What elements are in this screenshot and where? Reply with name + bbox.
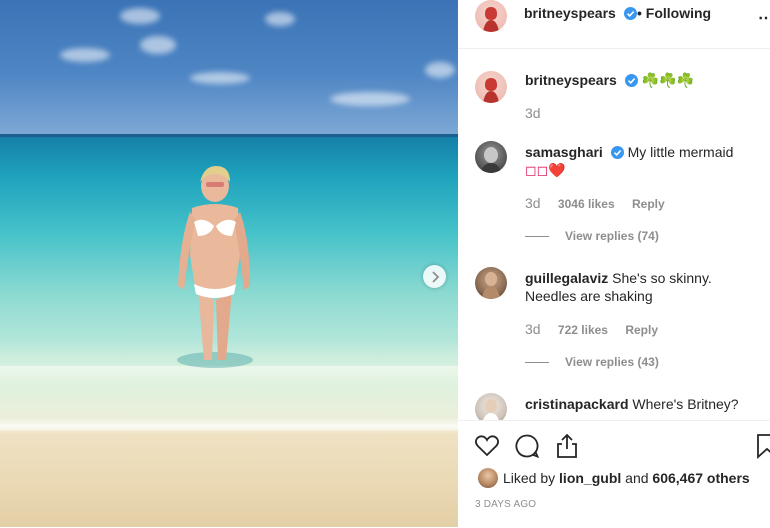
comment-likes[interactable]: 722 likes [558,323,608,337]
avatar-image [481,147,501,173]
commenter-avatar[interactable] [475,393,507,420]
commenter-username[interactable]: samasghari [525,144,603,160]
photo-cloud [60,48,110,62]
comments-list[interactable]: britneyspears ☘️☘️☘️ 3d samasghari My li… [458,49,770,420]
verified-icon [624,74,638,87]
view-replies-label: View replies (74) [565,229,659,243]
comment-likes[interactable]: 3046 likes [558,197,615,211]
heart-icon[interactable] [474,433,500,459]
avatar-image [482,272,500,299]
avatar-image [483,7,499,32]
comment-time[interactable]: 3d [525,321,541,337]
photo-foam [0,418,458,434]
replies-dash [525,236,549,238]
photo-cloud [330,92,410,106]
following-button[interactable]: • Following [637,5,711,21]
view-replies-button[interactable]: View replies (43) [525,355,659,369]
post-timestamp[interactable]: 3 DAYS AGO [475,499,536,510]
post-panel: britneyspears • Following ⋯ britneyspear… [458,0,770,527]
chevron-right-icon [431,270,439,283]
caption-meta: 3d [525,105,541,121]
share-icon[interactable] [554,433,580,459]
commenter-username[interactable]: guillegalaviz [525,270,608,286]
replies-dash [525,362,549,364]
caption-username[interactable]: britneyspears [525,72,617,88]
photo-cloud [265,12,295,26]
commenter-avatar[interactable] [475,267,507,299]
caption-avatar[interactable] [475,71,507,103]
verified-icon [610,146,624,159]
comment-line-1: She's so skinny. [612,270,712,286]
caption-text: britneyspears ☘️☘️☘️ [525,71,765,89]
view-replies-label: View replies (43) [565,355,659,369]
comment-meta: 3d 722 likes Reply [525,321,658,337]
comment-line-1: My little mermaid [627,144,734,160]
photo-cloud [425,62,455,78]
photo-cloud [140,36,176,54]
comment-line-1: Where's Britney? [632,396,739,412]
commenter-avatar[interactable] [475,141,507,173]
comment-line-2: ◻◻❤️ [525,162,566,178]
bookmark-icon[interactable] [754,433,770,459]
likes-prefix: Liked by [503,470,560,486]
comment-icon[interactable] [514,433,540,459]
verified-icon [624,7,637,20]
avatar-image [483,399,499,420]
post-header: britneyspears • Following ⋯ [458,0,770,49]
reply-button[interactable]: Reply [625,323,658,337]
likes-summary: Liked by lion_gubl and 606,467 others [503,470,750,486]
photo-person [177,166,253,368]
liker-username[interactable]: lion_gubl [559,470,621,486]
photo-horizon [0,134,458,137]
photo-sand [0,430,458,527]
comment-line-2: Needles are shaking [525,288,653,304]
author-avatar[interactable] [475,0,507,32]
comment-text: cristinapackard Where's Britney? [525,395,765,413]
post-photo[interactable] [0,0,458,527]
next-photo-button[interactable] [423,265,446,288]
likes-middle: and [621,470,653,486]
comment-time[interactable]: 3d [525,195,541,211]
photo-cloud [120,8,160,24]
likes-count[interactable]: 606,467 others [652,470,749,486]
comment-meta: 3d 3046 likes Reply [525,195,665,211]
caption-emoji: ☘️☘️☘️ [641,72,694,88]
view-replies-button[interactable]: View replies (74) [525,229,659,243]
photo-cloud [190,72,250,84]
author-username[interactable]: britneyspears [524,5,616,21]
more-icon[interactable]: ⋯ [758,8,770,28]
comment-text: guillegalaviz She's so skinny. Needles a… [525,269,765,305]
avatar-image [483,78,499,103]
commenter-username[interactable]: cristinapackard [525,396,629,412]
comment-text: samasghari My little mermaid ◻◻❤️ [525,143,765,179]
liker-avatar[interactable] [478,468,498,488]
reply-button[interactable]: Reply [632,197,665,211]
caption-time[interactable]: 3d [525,105,541,121]
photo-sky [0,0,458,136]
